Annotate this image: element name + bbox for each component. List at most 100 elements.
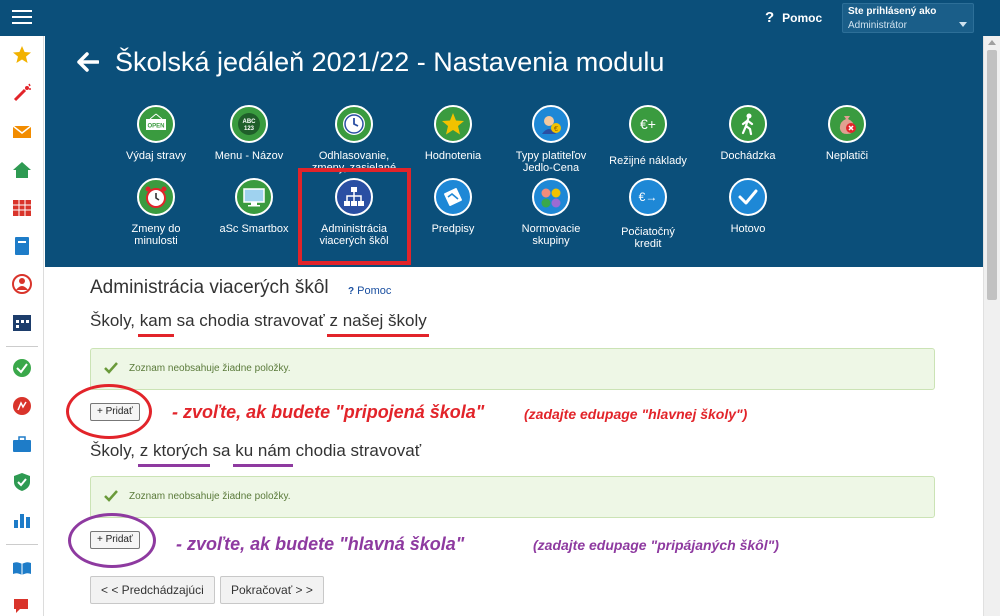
euro-plus-icon: €+ <box>629 105 667 143</box>
magic-wand-icon[interactable] <box>12 83 32 103</box>
continue-button[interactable]: Pokračovať > > <box>220 576 324 604</box>
subhead-text: Školy, <box>90 441 140 460</box>
svg-text:€: € <box>554 126 558 133</box>
question-icon: ? <box>765 9 775 26</box>
chevron-down-icon <box>959 22 967 27</box>
subhead-emphasis: z našej školy <box>327 311 430 337</box>
annotation-note-red: (zadajte edupage "hlavnej školy") <box>524 406 748 422</box>
tile-label: Menu - Názov <box>214 150 284 162</box>
star-icon[interactable] <box>12 45 32 65</box>
subhead-text: chodia stravovať <box>290 441 422 460</box>
tile-pociatocny-kredit[interactable]: €→ Počiatočný kredit <box>600 178 696 250</box>
home-icon[interactable] <box>12 160 32 180</box>
sidebar-divider <box>6 544 38 545</box>
envelope-icon[interactable] <box>12 122 32 142</box>
subhead-emphasis: ku nám <box>233 441 293 467</box>
tile-predpisy[interactable]: Predpisy <box>405 178 501 235</box>
user-dropdown[interactable]: Ste prihlásený ako Administrátor <box>842 3 974 33</box>
tile-zmeny-do-minulosti[interactable]: Zmeny do minulosti <box>108 178 204 247</box>
page-title: Školská jedáleň 2021/22 - Nastavenia mod… <box>115 47 665 77</box>
tile-typy-platitelov[interactable]: € Typy platiteľov Jedlo-Cena <box>503 105 599 174</box>
tile-label-line2: skupiny <box>532 235 570 247</box>
annotation-note-purple: (zadajte edupage "pripájaných škôl") <box>533 537 779 553</box>
walking-icon <box>729 105 767 143</box>
question-icon: ? <box>348 286 355 297</box>
bar-chart-icon[interactable] <box>12 510 32 530</box>
subheading-incoming: Školy, z ktorých sa ku nám chodia stravo… <box>90 441 422 467</box>
check-icon <box>104 362 118 374</box>
vertical-scrollbar[interactable] <box>983 36 1000 616</box>
tile-label: aSc Smartbox <box>219 223 289 235</box>
annotation-oval-purple <box>68 513 156 568</box>
euro-arrow-icon: €→ <box>629 178 667 216</box>
tile-rezijne-naklady[interactable]: €+ Režijné náklady <box>600 105 696 167</box>
tile-label: Zmeny do <box>131 223 181 235</box>
svg-text:123: 123 <box>244 126 255 132</box>
top-bar: ? Pomoc Ste prihlásený ako Administrátor <box>0 0 1000 36</box>
tile-hodnotenia[interactable]: Hodnotenia <box>405 105 501 162</box>
annotation-main-red: - zvoľte, ak budete "pripojená škola" <box>172 402 485 422</box>
tile-hotovo[interactable]: Hotovo <box>700 178 796 235</box>
tile-label-line2: Jedlo-Cena <box>522 162 580 174</box>
payer-icon: € <box>532 105 570 143</box>
subhead-emphasis: kam <box>137 311 175 337</box>
subheading-outgoing: Školy, kam sa chodia stravovať z našej š… <box>90 311 430 337</box>
book-icon[interactable] <box>12 236 32 256</box>
user-role: Administrátor <box>848 20 907 31</box>
schedule-icon[interactable] <box>12 312 32 332</box>
tile-label: Dochádzka <box>720 150 776 162</box>
back-arrow-icon[interactable] <box>77 52 99 72</box>
empty-list-text: Zoznam neobsahuje žiadne položky. <box>129 491 291 502</box>
tile-label: Typy platiteľov <box>515 150 587 162</box>
help-label: Pomoc <box>782 10 823 25</box>
check-icon <box>104 490 118 502</box>
empty-list-notice: Zoznam neobsahuje žiadne položky. <box>90 348 935 390</box>
person-icon[interactable] <box>12 274 32 294</box>
previous-button[interactable]: < < Predchádzajúci <box>90 576 215 604</box>
tile-label-line2: minulosti <box>134 235 178 247</box>
check-circle-icon[interactable] <box>12 358 32 378</box>
briefcase-icon[interactable] <box>12 434 32 454</box>
money-bag-icon <box>828 105 866 143</box>
user-status-label: Ste prihlásený ako <box>848 6 937 17</box>
subhead-emphasis: z ktorých <box>137 441 210 467</box>
monitor-icon <box>235 178 273 216</box>
sidebar-divider <box>6 346 38 347</box>
section-title: Administrácia viacerých škôl <box>90 277 329 298</box>
tile-vydaj-stravy[interactable]: OPEN Výdaj stravy <box>108 105 204 162</box>
tile-asc-smartbox[interactable]: aSc Smartbox <box>206 178 302 235</box>
svg-text:€+: €+ <box>640 116 656 132</box>
tile-neplatici[interactable]: Neplatiči <box>799 105 895 162</box>
hamburger-menu-icon[interactable] <box>12 10 32 26</box>
scroll-up-icon[interactable] <box>988 40 996 45</box>
tile-label: Odhlasovanie, <box>318 150 390 162</box>
tile-normovacie-skupiny[interactable]: Normovacie skupiny <box>503 178 599 247</box>
star-icon <box>434 105 472 143</box>
annotation-main-purple: - zvoľte, ak budete "hlavná škola" <box>176 534 465 554</box>
help-label: Pomoc <box>357 285 392 297</box>
sidebar <box>0 36 44 616</box>
open-book-icon[interactable] <box>12 558 32 578</box>
alarm-clock-icon <box>137 178 175 216</box>
flag-circle-icon[interactable] <box>12 396 32 416</box>
help-link[interactable]: ? Pomoc <box>765 9 822 26</box>
svg-text:ABC: ABC <box>243 119 257 125</box>
tile-odhlasovanie[interactable]: Odhlasovanie, zmeny, zasielané <box>306 105 402 174</box>
annotation-oval-red <box>66 384 152 439</box>
tile-label: Počiatočný <box>621 226 675 238</box>
tile-menu-nazov[interactable]: ABC 123 Menu - Názov <box>201 105 297 162</box>
tile-label: Predpisy <box>431 223 475 235</box>
shield-check-icon[interactable] <box>12 472 32 492</box>
tile-dochadzka[interactable]: Dochádzka <box>700 105 796 162</box>
scroll-thumb[interactable] <box>987 50 997 300</box>
subhead-text: sa <box>207 441 236 460</box>
help-link-small[interactable]: ? Pomoc <box>348 285 391 297</box>
open-sign-icon: OPEN <box>137 105 175 143</box>
abc-board-icon: ABC 123 <box>230 105 268 143</box>
groups-icon <box>532 178 570 216</box>
calendar-grid-icon[interactable] <box>12 198 32 218</box>
empty-list-notice: Zoznam neobsahuje žiadne položky. <box>90 476 935 518</box>
svg-text:OPEN: OPEN <box>147 124 164 130</box>
subhead-text: sa chodia stravovať <box>171 311 330 330</box>
chat-icon[interactable] <box>12 596 32 616</box>
